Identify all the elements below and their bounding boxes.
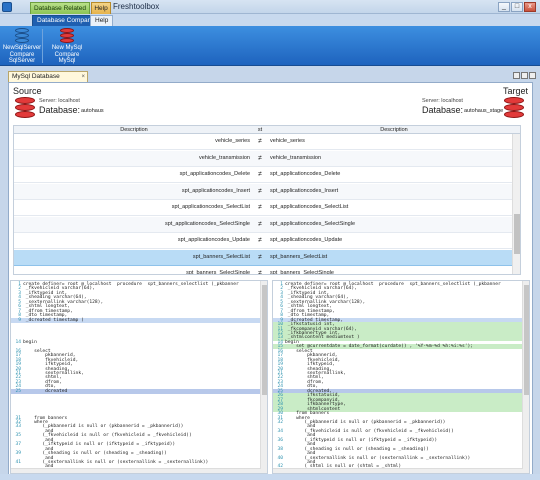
difference-state-icon: ≠	[258, 138, 262, 145]
target-object-name: spt_banners_SelectSingle	[270, 270, 334, 275]
source-object-name: spt_applicationcodes_Insert	[181, 187, 250, 194]
tab-mysql-database-compare[interactable]: MySql Database Compare ×	[8, 71, 88, 90]
source-code-scrollbar[interactable]	[260, 281, 267, 473]
document-close-icon[interactable]	[529, 72, 536, 79]
ribbon-group-sqlserver: NewSqlServer Compare SqlServer	[2, 28, 42, 64]
column-header-state[interactable]: st	[254, 126, 266, 134]
table-row[interactable]: vehicle_series ≠ vehicle_series	[14, 134, 520, 150]
source-object-name: spt_applicationcodes_SelectSingle	[164, 220, 250, 227]
new-mysql-compare-button[interactable]: New MySql Compare	[46, 28, 88, 58]
table-row[interactable]: spt_applicationcodes_Update ≠ spt_applicat…	[14, 233, 520, 249]
difference-state-icon: ≠	[258, 237, 262, 244]
new-sqlserver-compare-button[interactable]: NewSqlServer Compare	[2, 28, 42, 58]
grid-scrollbar-thumb[interactable]	[514, 214, 520, 254]
table-row[interactable]: vehicle_transmission ≠ vehicle_transmissio…	[14, 150, 520, 167]
status-bar	[0, 474, 540, 480]
difference-state-icon: ≠	[258, 253, 262, 261]
app-icon[interactable]	[2, 2, 12, 12]
table-row[interactable]: spt_applicationcodes_SelectList ≠ spt_appl…	[14, 200, 520, 216]
difference-state-icon: ≠	[258, 187, 262, 195]
compare-grid: Description st Description vehicle_serie…	[13, 125, 521, 275]
grid-header: Description st Description	[14, 126, 520, 134]
ribbon: NewSqlServer Compare SqlServer New MySql…	[0, 26, 540, 66]
target-database-name: autohaus_stage	[464, 108, 504, 114]
difference-state-icon: ≠	[258, 204, 262, 211]
target-object-name: spt_applicationcodes_SelectSingle	[270, 220, 356, 227]
target-server: Server: localhost	[422, 98, 463, 104]
source-database-name: autohaus	[81, 108, 104, 114]
tab-database-compare[interactable]: Database Compare	[32, 15, 99, 26]
target-database-label: Database:	[422, 105, 464, 115]
document-restore-icon[interactable]	[513, 72, 520, 79]
ribbon-group-mysql: New MySql Compare MySql	[46, 28, 88, 64]
ribbon-tabs: Database Compare Help	[0, 14, 540, 26]
database-red-icon	[60, 28, 74, 44]
context-tab-help[interactable]: Help	[91, 2, 111, 14]
document-maximize-icon[interactable]	[521, 72, 528, 79]
target-object-name: vehicle_series	[270, 138, 305, 144]
table-row[interactable]: spt_applicationcodes_Delete ≠ spt_applicat…	[14, 167, 520, 183]
column-header-source-description[interactable]: Description	[14, 126, 254, 134]
close-button[interactable]: x	[524, 2, 536, 12]
target-code-scrollbar[interactable]	[522, 281, 529, 473]
source-object-name: spt_applicationcodes_SelectList	[171, 204, 250, 210]
target-object-name: spt_applicationcodes_Insert	[270, 187, 339, 194]
target-object-name: spt_applicationcodes_Update	[270, 237, 343, 243]
source-server: Server: localhost	[39, 98, 80, 104]
source-database-icon	[15, 97, 35, 119]
difference-state-icon: ≠	[258, 154, 262, 162]
group-label-sqlserver: SqlServer	[8, 58, 36, 64]
source-object-name: spt_applicationcodes_Delete	[179, 171, 250, 177]
group-label-mysql: MySql	[58, 58, 76, 64]
table-row[interactable]: spt_banners_SelectList ≠ spt_banners_Selec…	[14, 249, 520, 266]
database-blue-icon	[15, 28, 29, 44]
column-header-target-description[interactable]: Description	[266, 126, 520, 134]
target-object-name: spt_applicationcodes_SelectList	[270, 204, 349, 210]
source-database-label: Database:	[39, 105, 81, 115]
source-object-name: vehicle_series	[215, 138, 250, 144]
table-row[interactable]: spt_applicationcodes_SelectSingle ≠ spt_ap…	[14, 216, 520, 233]
source-code-hscrollbar[interactable]	[11, 468, 261, 473]
source-code-pane[interactable]: 1 create definer= root @ localhost proced…	[10, 280, 268, 474]
close-tab-icon[interactable]: ×	[81, 72, 85, 82]
target-object-name: spt_applicationcodes_Delete	[270, 171, 341, 177]
source-object-name: spt_banners_SelectList	[192, 253, 250, 260]
document-area: MySql Database Compare × Source Server: …	[0, 66, 540, 480]
ribbon-group-separator	[42, 29, 43, 63]
target-code-hscrollbar[interactable]	[273, 468, 523, 473]
table-row[interactable]: spt_applicationcodes_Insert ≠ spt_applicat…	[14, 183, 520, 200]
source-object-name: spt_banners_SelectSingle	[186, 270, 250, 275]
difference-state-icon: ≠	[258, 171, 262, 178]
title-bar: Database Related Help Freshtoolbox _ □ x	[0, 0, 540, 14]
table-row[interactable]: spt_banners_SelectSingle ≠ spt_banners_Sel…	[14, 266, 520, 275]
document-controls	[512, 72, 536, 81]
target-code-pane[interactable]: 1 create definer= root @ localhost proced…	[272, 280, 530, 474]
target-object-name: vehicle_transmission	[270, 154, 322, 161]
compare-panel: Source Server: localhost Database: autoh…	[8, 82, 533, 476]
minimize-button[interactable]: _	[498, 2, 510, 12]
grid-scrollbar[interactable]	[512, 134, 520, 274]
app-title: Freshtoolbox	[113, 2, 160, 11]
tab-help[interactable]: Help	[90, 15, 114, 26]
target-object-name: spt_banners_SelectList	[270, 253, 328, 260]
source-heading: Source	[13, 86, 42, 96]
target-database-icon	[504, 97, 524, 119]
source-object-name: spt_applicationcodes_Update	[177, 237, 250, 243]
difference-state-icon: ≠	[258, 220, 262, 228]
context-tab-group-database-related[interactable]: Database Related	[30, 2, 90, 14]
target-heading: Target	[502, 86, 528, 96]
maximize-button[interactable]: □	[511, 2, 523, 12]
difference-state-icon: ≠	[258, 270, 262, 275]
source-object-name: vehicle_transmission	[198, 154, 250, 161]
